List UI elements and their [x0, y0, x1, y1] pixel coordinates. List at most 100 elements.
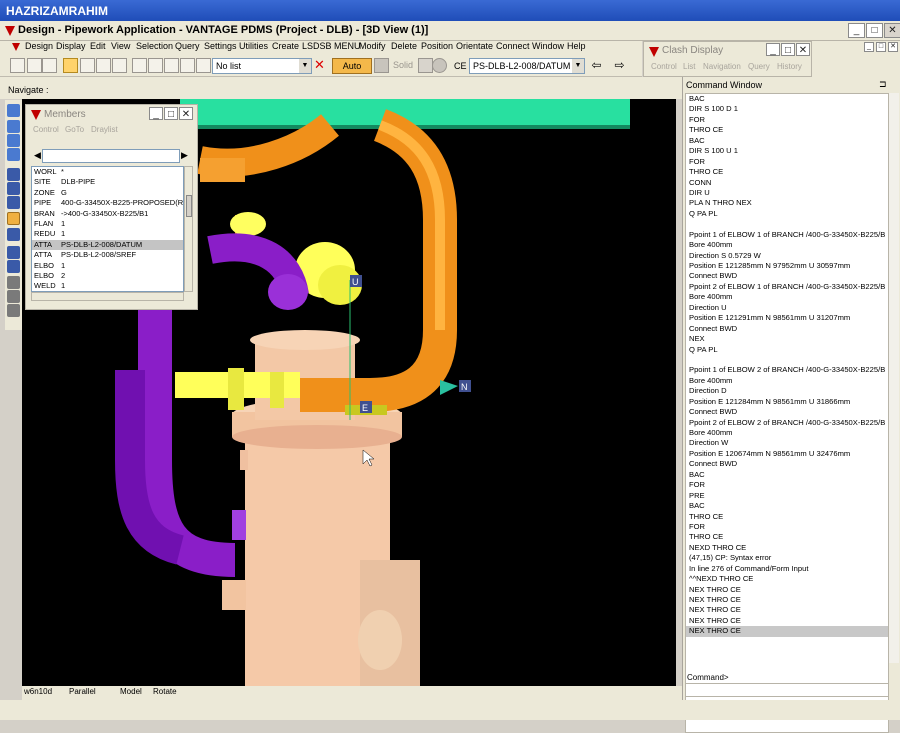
menu-display[interactable]: Display	[56, 41, 86, 51]
rotate-icon[interactable]	[7, 148, 20, 161]
members-back-icon[interactable]: ◀	[34, 150, 41, 161]
mdi-minimize-button[interactable]: _	[864, 42, 874, 52]
limits-icon[interactable]	[7, 246, 20, 259]
zoom-icon[interactable]	[7, 104, 20, 117]
menu-modify[interactable]: Modify	[359, 41, 386, 51]
pick-tool-icon[interactable]	[96, 58, 111, 73]
maximize-button[interactable]: □	[866, 23, 883, 38]
members-list-item[interactable]: WELD 1	[32, 281, 183, 291]
undo-tool-icon[interactable]	[10, 58, 25, 73]
window-tool-icon[interactable]	[164, 58, 179, 73]
members-list-item[interactable]: WORL *	[32, 167, 183, 177]
color-tool-icon[interactable]	[374, 58, 389, 73]
fly-icon[interactable]	[7, 196, 20, 209]
pointer-tool-icon[interactable]	[63, 58, 78, 73]
members-list-item[interactable]: ELBO 2	[32, 271, 183, 281]
members-list-item[interactable]: ELBO 1	[32, 261, 183, 271]
menu-lsdsb[interactable]: LSDSB MENU	[302, 41, 361, 51]
zoom-out-icon[interactable]	[7, 134, 20, 147]
menu-settings[interactable]: Settings	[204, 41, 237, 51]
menu-utilities[interactable]: Utilities	[239, 41, 268, 51]
members-hscrollbar[interactable]	[31, 292, 184, 301]
members-scrollbar[interactable]	[184, 166, 193, 292]
members-list-item[interactable]: FLAN 1	[32, 219, 183, 229]
menu-window[interactable]: Window	[532, 41, 564, 51]
menu-query[interactable]: Query	[175, 41, 200, 51]
members-list-item[interactable]: REDU 1	[32, 229, 183, 239]
clip2-icon[interactable]	[7, 290, 20, 303]
clash-menu-history[interactable]: History	[777, 62, 802, 71]
members-menu-draylist[interactable]: Draylist	[91, 125, 118, 134]
list-dropdown[interactable]: No list ▼	[212, 58, 312, 74]
graphic-pick-tool-icon[interactable]	[112, 58, 127, 73]
members-list-item[interactable]: ATTA PS-DLB-L2-008/DATUM	[32, 239, 183, 251]
menu-help[interactable]: Help	[567, 41, 586, 51]
save-tool-icon[interactable]	[148, 58, 163, 73]
forward-arrow-icon[interactable]: ⇨	[612, 58, 627, 73]
clip-icon[interactable]	[7, 276, 20, 289]
members-maximize-button[interactable]: □	[164, 107, 178, 120]
walk-icon[interactable]	[7, 182, 20, 195]
menu-delete[interactable]: Delete	[391, 41, 417, 51]
clash-maximize-button[interactable]: □	[781, 43, 795, 56]
clash-menu-query[interactable]: Query	[748, 62, 770, 71]
move-icon[interactable]	[7, 228, 20, 241]
window2-tool-icon[interactable]	[180, 58, 195, 73]
command-scrollbar[interactable]	[889, 93, 899, 663]
circle-tool-icon[interactable]	[432, 58, 447, 73]
chevron-down-icon: ▼	[572, 59, 584, 73]
members-menu-goto[interactable]: GoTo	[65, 125, 84, 134]
members-list[interactable]: WORL * SITE DLB-PIPE ZONE G PIPE 400-G-33450X-B…	[31, 166, 184, 292]
members-close-button[interactable]: ✕	[179, 107, 193, 120]
clash-minimize-button[interactable]: _	[766, 43, 780, 56]
members-menu-control[interactable]: Control	[33, 125, 59, 134]
command-output[interactable]: BAC DIR S 100 D 1 FOR THRO CE BAC DIR S 100 U…	[685, 93, 889, 733]
menu-orientate[interactable]: Orientate	[456, 41, 493, 51]
clash-close-button[interactable]: ✕	[796, 43, 810, 56]
menu-connect[interactable]: Connect	[496, 41, 530, 51]
members-minimize-button[interactable]: _	[149, 107, 163, 120]
command-input[interactable]	[685, 683, 889, 697]
redo-tool-icon[interactable]	[27, 58, 42, 73]
clash-menu-list[interactable]: List	[683, 62, 695, 71]
pan-icon[interactable]	[7, 168, 20, 181]
back-arrow-icon[interactable]: ⇦	[589, 58, 604, 73]
members-list-item[interactable]: PIPE 400-G-33450X-B225-PROPOSED(R	[32, 198, 183, 208]
members-list-item[interactable]: SITE DLB-PIPE	[32, 177, 183, 187]
clash-menu-navigation[interactable]: Navigation	[703, 62, 741, 71]
minimize-button[interactable]: _	[848, 23, 865, 38]
menu-view[interactable]: View	[111, 41, 130, 51]
clip3-icon[interactable]	[7, 304, 20, 317]
zoom-in-icon[interactable]	[7, 120, 20, 133]
view-projection[interactable]: Parallel	[69, 687, 96, 696]
solid-toggle[interactable]: Solid	[393, 58, 417, 74]
menu-position[interactable]: Position	[421, 41, 453, 51]
auto-button[interactable]: Auto	[332, 58, 372, 74]
menu-selection[interactable]: Selection	[136, 41, 173, 51]
scrollbar-thumb[interactable]	[186, 195, 192, 217]
menu-design[interactable]: Design	[25, 41, 53, 51]
layer-tool-icon[interactable]	[418, 58, 433, 73]
menu-create[interactable]: Create	[272, 41, 299, 51]
close-button[interactable]: ✕	[884, 23, 900, 38]
members-list-item[interactable]: BRAN ->400-G-33450X-B225/B1	[32, 209, 183, 219]
mdi-restore-button[interactable]: □	[876, 42, 886, 52]
view-mode[interactable]: Model	[120, 687, 142, 696]
members-list-item[interactable]: ZONE G	[32, 188, 183, 198]
clash-menu-control[interactable]: Control	[651, 62, 677, 71]
menu-edit[interactable]: Edit	[90, 41, 106, 51]
members-list-item[interactable]: ATTA PS-DLB-L2-008/SREF	[32, 250, 183, 260]
members-nav-field[interactable]	[42, 149, 180, 163]
open-tool-icon[interactable]	[132, 58, 147, 73]
select-tool-icon[interactable]	[80, 58, 95, 73]
pin-icon[interactable]: ⊐	[879, 79, 887, 90]
view-action[interactable]: Rotate	[153, 687, 177, 696]
list-tool-icon[interactable]	[196, 58, 211, 73]
clear-list-icon[interactable]: ✕	[312, 58, 327, 73]
repeat-tool-icon[interactable]	[42, 58, 57, 73]
section-icon[interactable]	[7, 260, 20, 273]
active-rotate-icon[interactable]	[7, 212, 20, 225]
members-forward-icon[interactable]: ▶	[181, 150, 188, 161]
mdi-close-button[interactable]: ✕	[888, 42, 898, 52]
ce-dropdown[interactable]: PS-DLB-L2-008/DATUM ▼	[469, 58, 585, 74]
